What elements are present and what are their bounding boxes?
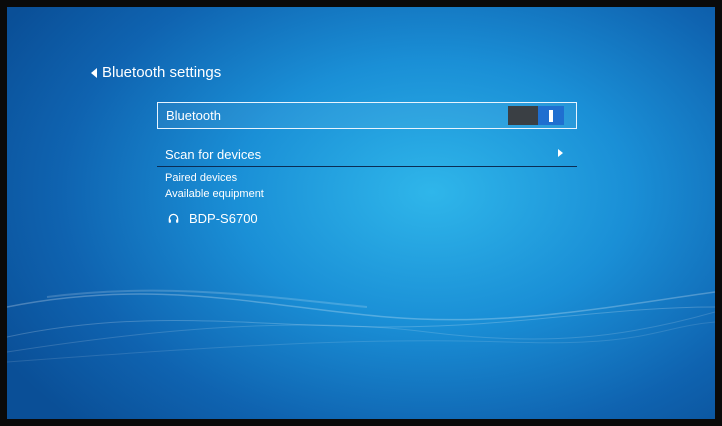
scan-for-devices-row[interactable]: Scan for devices — [157, 141, 577, 167]
toggle-off-part — [508, 106, 538, 125]
bluetooth-toggle[interactable] — [508, 106, 564, 125]
divider — [157, 166, 577, 167]
device-name: BDP-S6700 — [189, 211, 258, 226]
scan-label: Scan for devices — [165, 146, 262, 162]
back-arrow-icon[interactable] — [91, 67, 97, 78]
bluetooth-toggle-row[interactable]: Bluetooth — [157, 102, 577, 129]
headphones-icon — [168, 213, 179, 223]
available-equipment-label: Available equipment — [165, 188, 264, 200]
bluetooth-label: Bluetooth — [166, 108, 221, 123]
device-item[interactable]: BDP-S6700 — [168, 211, 258, 226]
toggle-knob — [549, 109, 553, 122]
paired-devices-label: Paired devices — [165, 172, 238, 184]
toggle-on-part — [538, 106, 564, 125]
chevron-right-icon — [558, 149, 563, 157]
page-header[interactable]: Bluetooth settings — [91, 64, 221, 81]
page-title: Bluetooth settings — [102, 64, 222, 81]
tv-screen: Bluetooth settings — [7, 7, 715, 419]
